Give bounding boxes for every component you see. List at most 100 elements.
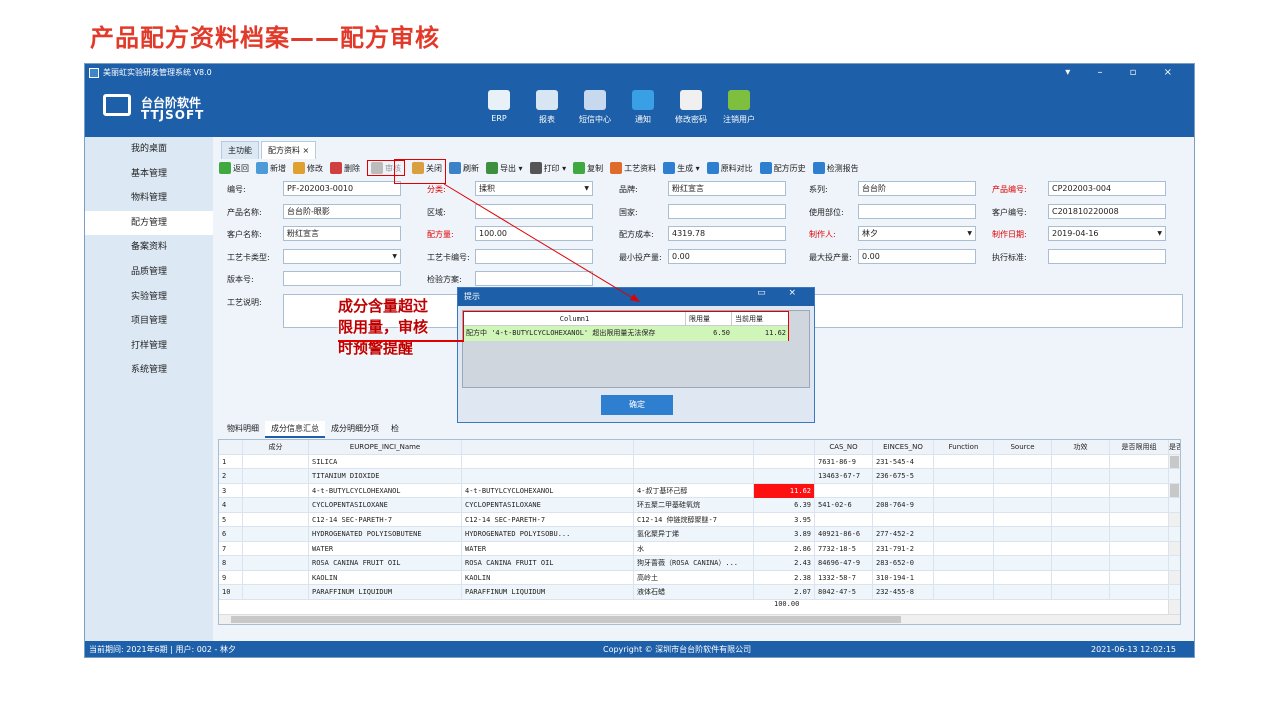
sidebar-item[interactable]: 品质管理 (85, 260, 213, 285)
khmc-field[interactable]: 粉红宣言 (283, 226, 401, 241)
grid-cell (1169, 556, 1180, 571)
grid-cell (1052, 570, 1110, 585)
grid-cell (243, 527, 309, 542)
grid-cell (243, 483, 309, 498)
sidebar-item[interactable]: 物料管理 (85, 186, 213, 211)
grid-header-cell[interactable]: EUROPE_INCI_Name (309, 440, 462, 455)
zzrq-field[interactable]: 2019-04-16 (1048, 226, 1166, 241)
dialog-limit-value: 6.50 (713, 329, 730, 337)
report-icon (536, 90, 558, 110)
gykl-field[interactable] (283, 248, 401, 264)
table-row[interactable]: 10 PARAFFINUM LIQUIDUM PARAFFINUM LIQUIDUM… (219, 585, 1180, 600)
sidebar-item[interactable]: 项目管理 (85, 309, 213, 334)
pfcb-field[interactable]: 4319.78 (668, 226, 786, 241)
grid-header-cell[interactable] (462, 440, 634, 455)
table-row[interactable]: 3 4-t-BUTYLCYCLOHEXANOL 4-t-BUTYLCYCLOHEXA… (219, 483, 1180, 498)
grid-header-cell[interactable] (754, 440, 815, 455)
table-row[interactable]: 5 C12-14 SEC-PARETH-7 C12-14 SEC-PARETH-7 C… (219, 512, 1180, 527)
topnav-item[interactable]: 修改密码 (667, 90, 715, 125)
gykbh-field[interactable] (475, 248, 593, 264)
tab-inspection[interactable]: 检 (385, 421, 405, 438)
table-row[interactable]: 8 ROSA CANINA FRUIT OIL ROSA CANINA FRUIT … (219, 556, 1180, 571)
khbh-field[interactable]: C201810220008 (1048, 203, 1166, 219)
table-row[interactable]: 2 TITANIUM DIOXIDE 13463-67-7 236-675-5 (219, 469, 1180, 484)
toolbar-button[interactable]: 检测报告 (812, 162, 859, 174)
grid-cell: 231-791-2 (873, 541, 934, 556)
grid-header-cell[interactable] (634, 440, 754, 455)
zzr-field[interactable]: 林夕 (858, 226, 976, 241)
toolbar-button[interactable]: 删除 (330, 162, 360, 174)
ok-button[interactable]: 确定 (601, 395, 673, 415)
topnav-item[interactable]: 报表 (523, 90, 571, 125)
horizontal-scrollbar[interactable] (219, 614, 1180, 624)
zxtc-field[interactable]: 0.00 (668, 248, 786, 264)
sidebar-item[interactable]: 系统管理 (85, 358, 213, 383)
grid-cell (1110, 541, 1169, 556)
sybw-field[interactable] (858, 203, 976, 219)
pinpai-field[interactable]: 粉红宣言 (668, 181, 786, 196)
quyu-field[interactable] (475, 203, 593, 219)
toolbar-button[interactable]: 复制 (573, 162, 603, 174)
table-row[interactable]: 4 CYCLOPENTASILOXANE CYCLOPENTASILOXANE 环五聚… (219, 498, 1180, 513)
sidebar-item[interactable]: 配方管理 (85, 210, 213, 236)
topnav-item[interactable]: ERP (475, 90, 523, 125)
window-controls[interactable]: ▾ – ▫ × (1065, 64, 1184, 82)
toolbar-icon (330, 162, 342, 174)
sidebar-item[interactable]: 打样管理 (85, 334, 213, 359)
toolbar-button[interactable]: 生成 ▾ (663, 162, 700, 174)
grid-cell (243, 512, 309, 527)
table-row[interactable]: 7 WATER WATER 水 2.86 7732-18-5 231-791-2 (219, 541, 1180, 556)
sidebar-item[interactable]: 备案资料 (85, 235, 213, 260)
grid-total: 100.00 (774, 599, 800, 608)
grid-header-cell[interactable]: EINCES_NO (873, 440, 934, 455)
table-row[interactable]: 6 HYDROGENATED POLYISOBUTENE HYDROGENATED … (219, 527, 1180, 542)
topnav-item[interactable]: 短信中心 (571, 90, 619, 125)
toolbar-button[interactable]: 配方历史 (759, 162, 806, 174)
zxbz-field[interactable] (1048, 248, 1166, 264)
grid-header-cell[interactable]: 成分 (243, 440, 309, 455)
topnav-item[interactable]: 注销用户 (715, 90, 763, 125)
tab-material-detail[interactable]: 物料明细 (221, 421, 265, 438)
grid-header-cell[interactable] (219, 440, 243, 455)
cpmc-field[interactable]: 台台阶-眼影 (283, 203, 401, 219)
toolbar-button[interactable]: 原料对比 (706, 162, 753, 174)
sidebar-item[interactable]: 我的桌面 (85, 137, 213, 162)
cpbh-field[interactable]: CP202003-004 (1048, 181, 1166, 196)
dialog-col-limit: 限用量 (686, 312, 732, 326)
fenlei-field[interactable]: 揉积 (475, 181, 593, 196)
status-time: 2021-06-13 12:02:15 (1091, 645, 1176, 654)
toolbar-button[interactable]: 刷新 (449, 162, 479, 174)
table-row[interactable]: 1 SILICA 7631-86-9 231-545-4 (219, 454, 1180, 469)
sidebar-item[interactable]: 基本管理 (85, 162, 213, 187)
bianhao-field[interactable]: PF-202003-0010 (283, 181, 401, 196)
sidebar-item[interactable]: 实验管理 (85, 285, 213, 310)
tab-formula[interactable]: 配方资料 × (261, 141, 317, 159)
xilie-field[interactable]: 台台阶 (858, 181, 976, 196)
tab-ingredient-items[interactable]: 成分明细分项 (325, 421, 385, 438)
grid-header-cell[interactable]: 是否限用组 (1110, 440, 1169, 455)
guojia-field[interactable] (668, 203, 786, 219)
grid-header-cell[interactable]: Source (994, 440, 1052, 455)
pfl-field[interactable]: 100.00 (475, 226, 593, 241)
toolbar-button[interactable]: 工艺资料 (610, 162, 656, 174)
toolbar-button[interactable]: 导出 ▾ (486, 162, 523, 174)
toolbar-button[interactable]: 修改 (293, 162, 323, 174)
grid-header-cell[interactable]: 功效 (1052, 440, 1110, 455)
grid-cell: 5 (219, 512, 243, 527)
jyfa-field[interactable] (475, 271, 593, 286)
toolbar-button[interactable]: 打印 ▾ (529, 162, 566, 174)
bbh-field[interactable] (283, 271, 401, 286)
grid-header-cell[interactable]: CAS_NO (815, 440, 873, 455)
tab-ingredient-summary[interactable]: 成分信息汇总 (265, 421, 325, 438)
grid-cell (462, 454, 634, 469)
grid-header-cell[interactable]: Function (934, 440, 994, 455)
grid-cell: CYCLOPENTASILOXANE (309, 498, 462, 513)
topnav-item[interactable]: 通知 (619, 90, 667, 125)
toolbar-button[interactable]: 返回 (219, 162, 249, 174)
tab-main[interactable]: 主功能 (221, 141, 259, 159)
toolbar-button[interactable]: 新增 (256, 162, 286, 174)
zdtc-field[interactable]: 0.00 (858, 248, 976, 264)
table-row[interactable]: 9 KAOLIN KAOLIN 高岭土 2.38 1332-58-7 310-194-1 (219, 570, 1180, 585)
dialog-controls[interactable]: ▭ × (757, 288, 806, 298)
grid-header-cell[interactable]: 是否 (1169, 440, 1180, 455)
